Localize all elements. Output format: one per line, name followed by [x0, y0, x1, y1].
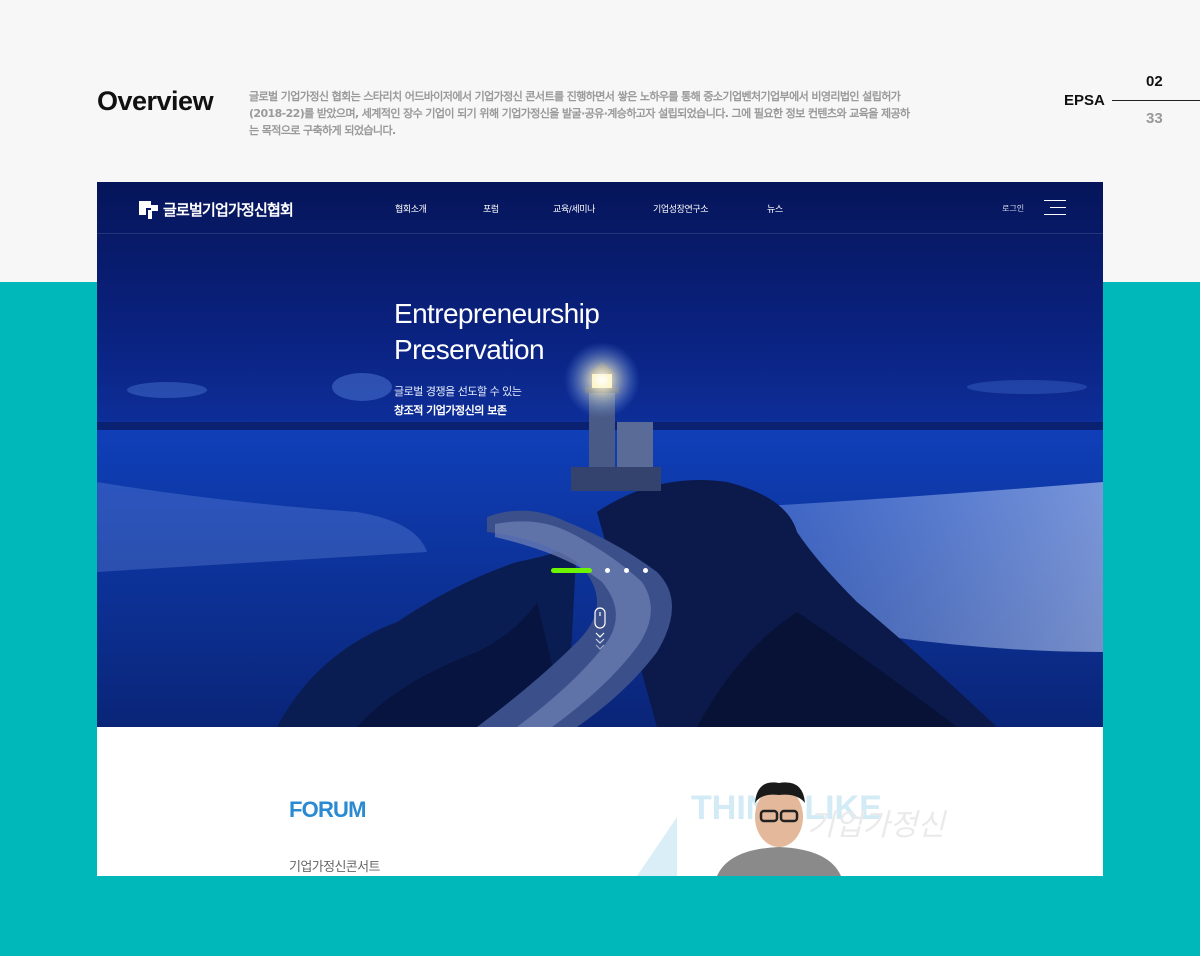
project-label: EPSA: [1064, 92, 1105, 109]
hero-subtitle-line1: 글로벌 경쟁을 선도할 수 있는: [394, 385, 522, 398]
menu-icon[interactable]: [1044, 199, 1066, 217]
slider-dot[interactable]: [643, 568, 648, 573]
forum-title: FORUM: [289, 797, 366, 822]
page-total: 33: [1146, 110, 1163, 127]
page-current: 02: [1146, 73, 1163, 90]
pagination-divider: [1112, 100, 1200, 101]
logo-icon: [139, 200, 159, 219]
website-mockup: 글로벌기업가정신협회 협회소개 포럼 교육/세미나 기업성장연구소 뉴스 로그인…: [97, 182, 1103, 876]
hero-title: Entrepreneurship Preservation: [394, 298, 600, 365]
slider-dot[interactable]: [624, 568, 629, 573]
nav-item-education[interactable]: 교육/세미나: [553, 202, 595, 215]
slider-dot[interactable]: [605, 568, 610, 573]
site-header: 글로벌기업가정신협회 협회소개 포럼 교육/세미나 기업성장연구소 뉴스 로그인: [97, 182, 1103, 234]
forum-section: FORUM 기업가정신콘서트 THINK LIKE 기업가정신: [97, 727, 1103, 876]
hero-subtitle-line2: 창조적 기업가정신의 보존: [394, 404, 507, 417]
slider-pagination: [551, 568, 662, 573]
nav-item-forum[interactable]: 포럼: [483, 202, 499, 215]
forum-concert-image: THINK LIKE 기업가정신: [637, 782, 947, 876]
scroll-down-icon[interactable]: [594, 607, 606, 651]
nav-item-news[interactable]: 뉴스: [767, 202, 783, 215]
logo-text: 글로벌기업가정신협회: [163, 201, 294, 219]
hero-section: 글로벌기업가정신협회 협회소개 포럼 교육/세미나 기업성장연구소 뉴스 로그인…: [97, 182, 1103, 727]
nav-item-research[interactable]: 기업성장연구소: [653, 202, 709, 215]
site-logo[interactable]: 글로벌기업가정신협회: [139, 199, 294, 220]
slider-dot-active[interactable]: [551, 568, 592, 573]
overview-title: Overview: [97, 86, 214, 116]
nav-item-about[interactable]: 협회소개: [395, 202, 427, 215]
art-calligraphy: 기업가정신: [807, 808, 947, 843]
overview-description: 글로벌 기업가정신 협회는 스타리치 어드바이저에서 기업가정신 콘서트를 진행…: [249, 90, 910, 137]
login-link[interactable]: 로그인: [1002, 203, 1024, 214]
forum-subtitle[interactable]: 기업가정신콘서트: [289, 856, 380, 875]
